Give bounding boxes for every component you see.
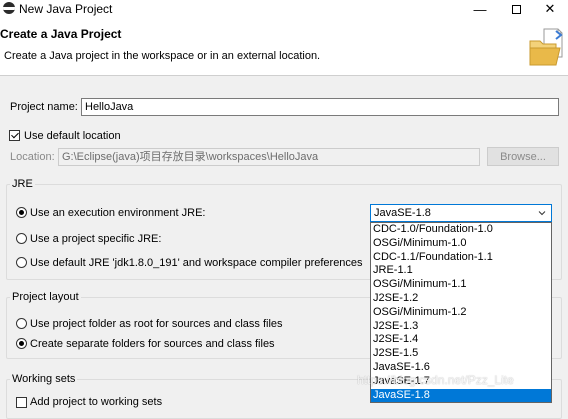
project-name-label: Project name:: [10, 101, 78, 113]
working-sets-group-label: Working sets: [10, 373, 78, 385]
separate-folders-radio[interactable]: [16, 338, 27, 349]
maximize-icon: [511, 4, 521, 14]
use-default-location-label: Use default location: [24, 130, 121, 142]
location-label: Location:: [10, 151, 55, 163]
eclipse-app-icon: [3, 2, 15, 14]
dropdown-option[interactable]: J2SE-1.2: [371, 292, 551, 306]
execution-env-label: Use an execution environment JRE:: [30, 207, 206, 219]
window-title: New Java Project: [19, 2, 113, 16]
execution-env-radio[interactable]: [16, 207, 27, 218]
separate-folders-label: Create separate folders for sources and …: [30, 338, 275, 350]
dropdown-option[interactable]: J2SE-1.4: [371, 333, 551, 347]
project-root-label: Use project folder as root for sources a…: [30, 318, 283, 330]
execution-env-select[interactable]: JavaSE-1.8: [370, 204, 552, 222]
page-title: Create a Java Project: [0, 27, 122, 41]
browse-button[interactable]: Browse...: [487, 147, 559, 166]
close-button[interactable]: ✕: [532, 0, 568, 18]
chevron-down-icon: [538, 211, 546, 216]
project-specific-jre-label: Use a project specific JRE:: [30, 233, 162, 245]
location-input[interactable]: G:\Eclipse(java)项目存放目录\workspaces\HelloJ…: [58, 148, 480, 166]
project-specific-jre-radio[interactable]: [16, 233, 27, 244]
add-working-sets-label: Add project to working sets: [30, 396, 163, 408]
default-jre-radio[interactable]: [16, 257, 27, 268]
default-jre-label: Use default JRE 'jdk1.8.0_191' and works…: [30, 257, 363, 269]
project-layout-group-label: Project layout: [10, 291, 81, 303]
maximize-button[interactable]: [498, 0, 534, 18]
dropdown-option[interactable]: OSGi/Minimum-1.1: [371, 278, 551, 292]
window-titlebar: New Java Project — ✕: [0, 0, 568, 18]
dropdown-option[interactable]: CDC-1.0/Foundation-1.0: [371, 223, 551, 237]
watermark-text: https://blog.csdn.net/Pzz_Lite: [357, 373, 514, 387]
dropdown-option[interactable]: J2SE-1.3: [371, 320, 551, 334]
minimize-button[interactable]: —: [462, 0, 498, 18]
dropdown-option[interactable]: J2SE-1.5: [371, 347, 551, 361]
project-name-input[interactable]: HelloJava: [81, 98, 559, 116]
dropdown-option[interactable]: JavaSE-1.8: [371, 388, 551, 402]
page-description: Create a Java project in the workspace o…: [4, 50, 321, 62]
folder-icon: [529, 28, 563, 66]
execution-env-select-value: JavaSE-1.8: [374, 207, 431, 219]
dropdown-option[interactable]: JRE-1.1: [371, 264, 551, 278]
project-root-radio[interactable]: [16, 318, 27, 329]
jre-group-label: JRE: [10, 178, 35, 190]
dropdown-option[interactable]: OSGi/Minimum-1.2: [371, 306, 551, 320]
dropdown-option[interactable]: OSGi/Minimum-1.0: [371, 237, 551, 251]
wizard-header: Create a Java Project Create a Java proj…: [0, 18, 568, 76]
dropdown-option[interactable]: CDC-1.1/Foundation-1.1: [371, 251, 551, 265]
use-default-location-checkbox[interactable]: [9, 130, 20, 141]
